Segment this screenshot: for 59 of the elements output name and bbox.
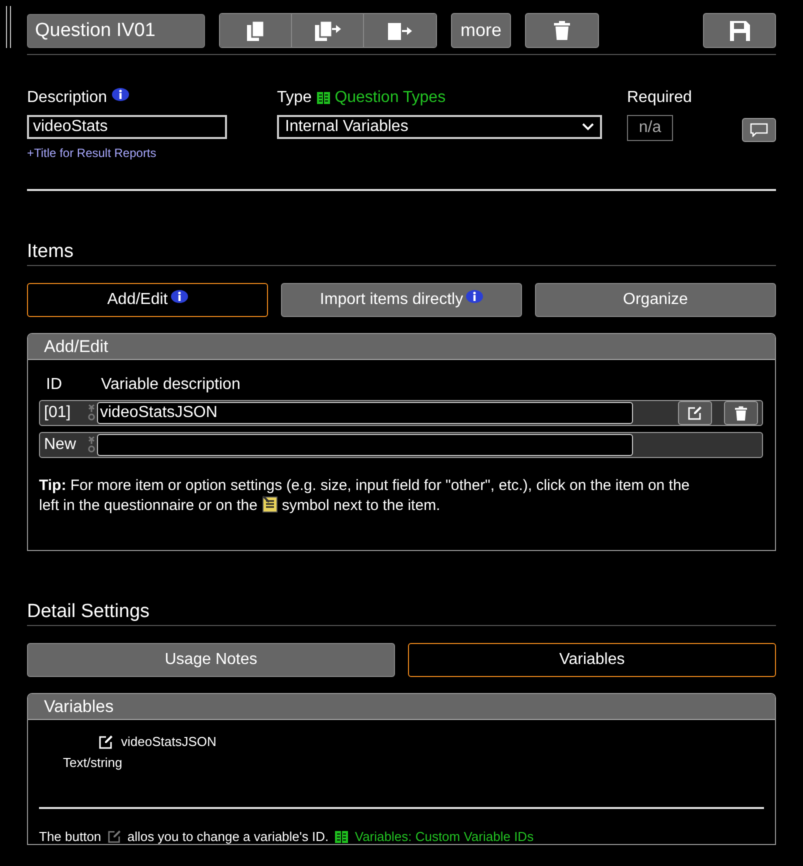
- variable-type: Text/string: [63, 755, 124, 770]
- trash-icon: [554, 21, 570, 40]
- required-field: n/a: [627, 115, 673, 141]
- description-field[interactable]: videoStats: [27, 115, 227, 139]
- type-dropdown[interactable]: Internal Variables: [277, 115, 602, 139]
- edit-button[interactable]: [678, 401, 712, 425]
- section-tab[interactable]: Variables: [408, 643, 776, 677]
- copy-move-button[interactable]: [292, 14, 364, 47]
- column-header: Variable description: [101, 376, 240, 394]
- copy-arrow-icon: [314, 20, 340, 40]
- type-label: Type: [277, 89, 312, 107]
- trash-icon: [735, 406, 747, 420]
- question-types-link[interactable]: Question Types: [334, 89, 446, 107]
- section-tab[interactable]: Import items directly: [281, 283, 522, 317]
- title-link[interactable]: +Title for Result Reports: [27, 146, 252, 160]
- help-link[interactable]: Variables: Custom Variable IDs: [354, 829, 534, 844]
- note-text: The button: [39, 829, 102, 844]
- section-tab[interactable]: Organize: [535, 283, 776, 317]
- book-icon: [316, 92, 330, 104]
- section-tab[interactable]: Usage Notes: [27, 643, 395, 677]
- description-label: Description: [27, 89, 108, 107]
- info-icon[interactable]: [466, 290, 484, 302]
- page-arrow-icon: [388, 20, 412, 40]
- edit-icon: [108, 830, 121, 843]
- edit-icon: [688, 406, 702, 420]
- column-header: ID: [46, 376, 63, 394]
- book-icon: [335, 831, 348, 843]
- save-icon: [730, 20, 750, 40]
- tip-text: symbol next to the item.: [282, 497, 440, 514]
- copy-button[interactable]: [220, 14, 292, 47]
- delete-button[interactable]: [724, 401, 758, 425]
- variable-name: videoStatsJSON: [121, 734, 216, 749]
- panel-title: Variables: [44, 697, 114, 716]
- copy-icon: [246, 20, 264, 40]
- tip-text: Tip: For more item or option settings (e.g. size, input field for "other", etc.), click on the item on the: [39, 476, 690, 496]
- save-button[interactable]: [703, 13, 776, 48]
- panel-title: Add/Edit: [44, 337, 108, 356]
- chevron-down-icon: [582, 123, 594, 131]
- info-icon[interactable]: [112, 88, 130, 100]
- note-text: allos you to change a variable's ID.: [127, 829, 329, 844]
- section-heading: Items: [27, 241, 776, 266]
- tip-text: left in the questionnaire or on the: [39, 497, 258, 514]
- required-label: Required: [627, 89, 692, 107]
- question-title: Question IV01: [27, 14, 205, 48]
- speech-bubble-icon: [750, 123, 768, 137]
- section-tab[interactable]: Add/Edit: [27, 283, 268, 317]
- more-button[interactable]: more: [451, 13, 511, 48]
- item-field[interactable]: videoStatsJSON: [97, 402, 633, 424]
- item-id: New: [43, 436, 78, 454]
- comment-button[interactable]: [742, 118, 776, 142]
- item-field[interactable]: [97, 434, 633, 456]
- drag-handle[interactable]: [6, 6, 11, 48]
- move-button[interactable]: [364, 14, 436, 47]
- info-icon[interactable]: [170, 290, 188, 302]
- edit-icon[interactable]: [99, 734, 113, 748]
- settings-list-icon: [262, 496, 278, 513]
- delete-button[interactable]: [525, 13, 599, 48]
- item-id: [01]: [43, 404, 72, 422]
- section-heading: Detail Settings: [27, 601, 776, 626]
